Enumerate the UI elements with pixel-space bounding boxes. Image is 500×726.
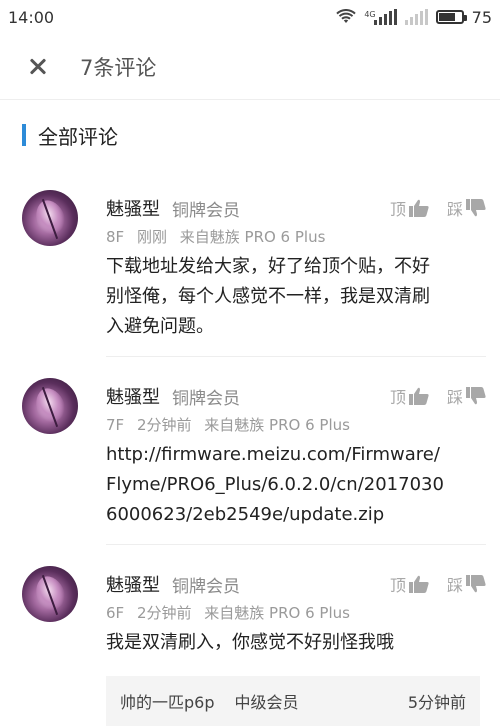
status-bar: 14:00 4G 75	[0, 0, 500, 34]
dislike-button[interactable]: 踩	[447, 196, 486, 220]
member-level: 铜牌会员	[172, 388, 240, 409]
member-level: 铜牌会员	[172, 576, 240, 597]
like-label: 顶	[389, 576, 406, 595]
status-icons: 4G 75	[336, 8, 492, 27]
comment-device: 来自魅族 PRO 6 Plus	[204, 416, 350, 434]
comment-meta: 8F 刚刚 来自魅族 PRO 6 Plus	[106, 226, 486, 246]
comment-meta: 6F 2分钟前 来自魅族 PRO 6 Plus	[106, 602, 486, 622]
comment-item: 魅骚型 铜牌会员 顶 踩 7F 2分钟前 来自魅族 PRO 6 Plus htt…	[0, 368, 500, 556]
close-icon[interactable]	[28, 56, 50, 78]
signal-strength-icon	[373, 9, 397, 25]
comment-link-text[interactable]: http://firmware.meizu.com/Firmware/Flyme…	[106, 440, 486, 530]
comment-item: 魅骚型 铜牌会员 顶 踩 8F 刚刚 来自魅族 PRO 6 Plus 下载地址发…	[0, 180, 500, 368]
comment-time: 刚刚	[136, 228, 167, 246]
section-title: 全部评论	[38, 124, 118, 149]
thumbs-up-icon	[408, 575, 429, 593]
avatar[interactable]	[22, 566, 78, 622]
dislike-label: 踩	[446, 200, 463, 219]
like-button[interactable]: 顶	[390, 196, 429, 220]
like-label: 顶	[389, 200, 406, 219]
thumbs-down-icon	[466, 387, 486, 405]
section-accent-bar	[22, 124, 26, 146]
comment-username[interactable]: 魅骚型	[106, 571, 160, 597]
member-level: 铜牌会员	[172, 200, 240, 221]
comment-device: 来自魅族 PRO 6 Plus	[204, 604, 350, 622]
reply-time: 5分钟前	[407, 693, 466, 712]
floor-number: 7F	[106, 416, 125, 434]
dislike-label: 踩	[446, 576, 463, 595]
top-bar: 7条评论	[0, 34, 500, 100]
battery-icon	[435, 10, 467, 24]
network-type-label: 4G	[364, 10, 376, 19]
battery-indicator: 75	[435, 7, 492, 27]
floor-number: 8F	[106, 228, 125, 246]
like-label: 顶	[389, 388, 406, 407]
reply-username: 帅的一匹p6p	[120, 693, 215, 712]
reply-preview[interactable]: 帅的一匹p6p 中级会员 5分钟前	[106, 676, 480, 726]
avatar[interactable]	[22, 378, 78, 434]
page-title: 7条评论	[80, 55, 157, 80]
divider	[106, 356, 486, 357]
comment-item: 魅骚型 铜牌会员 顶 踩 6F 2分钟前 来自魅族 PRO 6 Plus 我是双…	[0, 556, 500, 658]
divider	[106, 544, 486, 545]
thumbs-up-icon	[408, 387, 429, 405]
avatar[interactable]	[22, 190, 78, 246]
like-button[interactable]: 顶	[390, 384, 429, 408]
dislike-button[interactable]: 踩	[447, 572, 486, 596]
status-time: 14:00	[8, 7, 55, 27]
floor-number: 6F	[106, 604, 125, 622]
comment-meta: 7F 2分钟前 来自魅族 PRO 6 Plus	[106, 414, 486, 434]
like-button[interactable]: 顶	[390, 572, 429, 596]
comment-device: 来自魅族 PRO 6 Plus	[179, 228, 326, 246]
thumbs-up-icon	[408, 199, 429, 217]
thumbs-down-icon	[466, 575, 486, 593]
comment-time: 2分钟前	[136, 416, 192, 434]
section-header: 全部评论	[22, 122, 500, 149]
wifi-icon	[336, 9, 357, 23]
signal-sim2-icon	[404, 9, 428, 25]
thumbs-down-icon	[466, 199, 486, 217]
dislike-button[interactable]: 踩	[447, 384, 486, 408]
comment-list: 魅骚型 铜牌会员 顶 踩 8F 刚刚 来自魅族 PRO 6 Plus 下载地址发…	[0, 180, 500, 658]
comment-username[interactable]: 魅骚型	[106, 195, 160, 221]
comment-text: 下载地址发给大家，好了给顶个贴，不好别怪俺，每个人感觉不一样，我是双清刷入避免问…	[106, 256, 430, 337]
comment-username[interactable]: 魅骚型	[106, 383, 160, 409]
comment-time: 2分钟前	[136, 604, 192, 622]
comment-text: 我是双清刷入，你感觉不好别怪我哦	[106, 632, 394, 653]
battery-percent: 75	[471, 7, 492, 27]
reply-member-level: 中级会员	[234, 693, 299, 712]
dislike-label: 踩	[446, 388, 463, 407]
